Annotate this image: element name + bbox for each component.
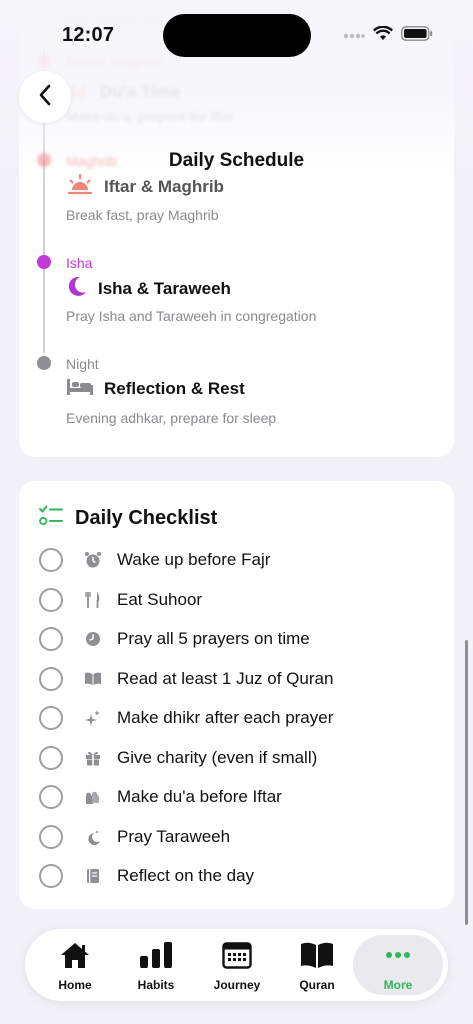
checklist-icon [39, 505, 63, 532]
timeline-title: Isha & Taraweeh [98, 278, 231, 298]
checklist-item-label: Read at least 1 Juz of Quran [117, 669, 334, 688]
checklist-item[interactable]: Give charity (even if small) [39, 743, 439, 773]
tab-habits[interactable]: Habits [116, 935, 196, 995]
timeline-title: Iftar & Maghrib [104, 176, 224, 196]
timeline-dot [37, 356, 51, 370]
battery-icon [401, 26, 433, 46]
checklist-item[interactable]: Make dhikr after each prayer [39, 703, 439, 733]
bed-icon [66, 376, 94, 401]
checklist-item-label: Wake up before Fajr [117, 550, 271, 569]
checklist-item[interactable]: Read at least 1 Juz of Quran [39, 664, 439, 694]
tab-label: Habits [137, 978, 175, 992]
status-bar: 12:07 [0, 0, 473, 70]
moon-stars-icon [83, 827, 103, 847]
timeline-time: Isha [66, 255, 93, 271]
ellipsis-icon [383, 935, 413, 974]
checklist-item-label: Reflect on the day [117, 866, 255, 885]
book-icon [300, 935, 334, 974]
house-icon [59, 935, 91, 974]
book-open-icon [83, 669, 103, 689]
scroll-indicator[interactable] [465, 640, 468, 925]
tab-label: Quran [299, 978, 335, 992]
gift-icon [83, 748, 103, 768]
tab-quran[interactable]: Quran [277, 935, 357, 995]
fork-knife-icon [83, 590, 103, 610]
checkbox[interactable] [39, 627, 63, 651]
checklist-item-label: Make du'a before Iftar [117, 787, 282, 806]
checklist-item[interactable]: Wake up before Fajr [39, 545, 439, 575]
checklist-item-label: Make dhikr after each prayer [117, 708, 334, 727]
timeline-title: Reflection & Rest [104, 378, 245, 398]
checklist-item-label: Eat Suhoor [117, 590, 203, 609]
tab-more[interactable]: More [353, 935, 443, 995]
checkbox[interactable] [39, 825, 63, 849]
checklist-item[interactable]: Reflect on the day [39, 861, 439, 891]
moon-icon [66, 275, 88, 302]
checklist-item-label: Give charity (even if small) [117, 748, 318, 767]
tab-label: Journey [213, 978, 261, 992]
back-button[interactable] [19, 71, 71, 123]
checkbox[interactable] [39, 785, 63, 809]
checklist-item[interactable]: Make du'a before Iftar [39, 782, 439, 812]
checklist-item[interactable]: Pray all 5 prayers on time [39, 624, 439, 654]
checkbox[interactable] [39, 588, 63, 612]
sunset-icon [66, 172, 94, 201]
hands-icon [83, 787, 103, 807]
alarm-icon [83, 550, 103, 570]
status-time: 12:07 [62, 24, 115, 46]
page-title: Daily Schedule [168, 150, 305, 171]
checkbox[interactable] [39, 864, 63, 888]
timeline-subtitle: Make du'a, prepare for Iftar [66, 108, 235, 124]
clock-icon [83, 629, 103, 649]
checklist-title: Daily Checklist [75, 507, 218, 529]
tab-home[interactable]: Home [35, 935, 115, 995]
checklist-item-label: Pray all 5 prayers on time [117, 629, 310, 648]
timeline-subtitle: Break fast, pray Maghrib [66, 207, 219, 223]
tab-bar: Home Habits Journey Quran More [25, 929, 448, 1001]
checklist-header: Daily Checklist [39, 505, 217, 532]
wifi-icon [372, 25, 394, 46]
checklist-item[interactable]: Eat Suhoor [39, 585, 439, 615]
tab-label: Home [58, 978, 92, 992]
timeline-subtitle: Evening adhkar, prepare for sleep [66, 410, 277, 426]
checklist-item-label: Pray Taraweeh [117, 827, 231, 846]
timeline-time: Night [66, 356, 99, 372]
checkbox[interactable] [39, 706, 63, 730]
timeline-dot [37, 255, 51, 269]
status-icons [343, 25, 433, 46]
dynamic-island [163, 14, 311, 57]
signal-icon [343, 27, 365, 45]
checkbox[interactable] [39, 548, 63, 572]
checklist-item[interactable]: Pray Taraweeh [39, 822, 439, 852]
journal-icon [83, 866, 103, 886]
tab-label: More [383, 978, 413, 992]
checklist-card: Daily Checklist Wake up before Fajr Eat … [19, 481, 454, 909]
checkbox[interactable] [39, 746, 63, 770]
timeline-title: Du'a Time [100, 81, 181, 101]
timeline-subtitle: Pray Isha and Taraweeh in congregation [66, 308, 317, 324]
checkbox[interactable] [39, 667, 63, 691]
tab-journey[interactable]: Journey [197, 935, 277, 995]
sparkles-icon [83, 708, 103, 728]
calendar-icon [222, 935, 252, 974]
chart-bars-icon [139, 935, 173, 974]
chevron-left-icon [38, 84, 52, 111]
